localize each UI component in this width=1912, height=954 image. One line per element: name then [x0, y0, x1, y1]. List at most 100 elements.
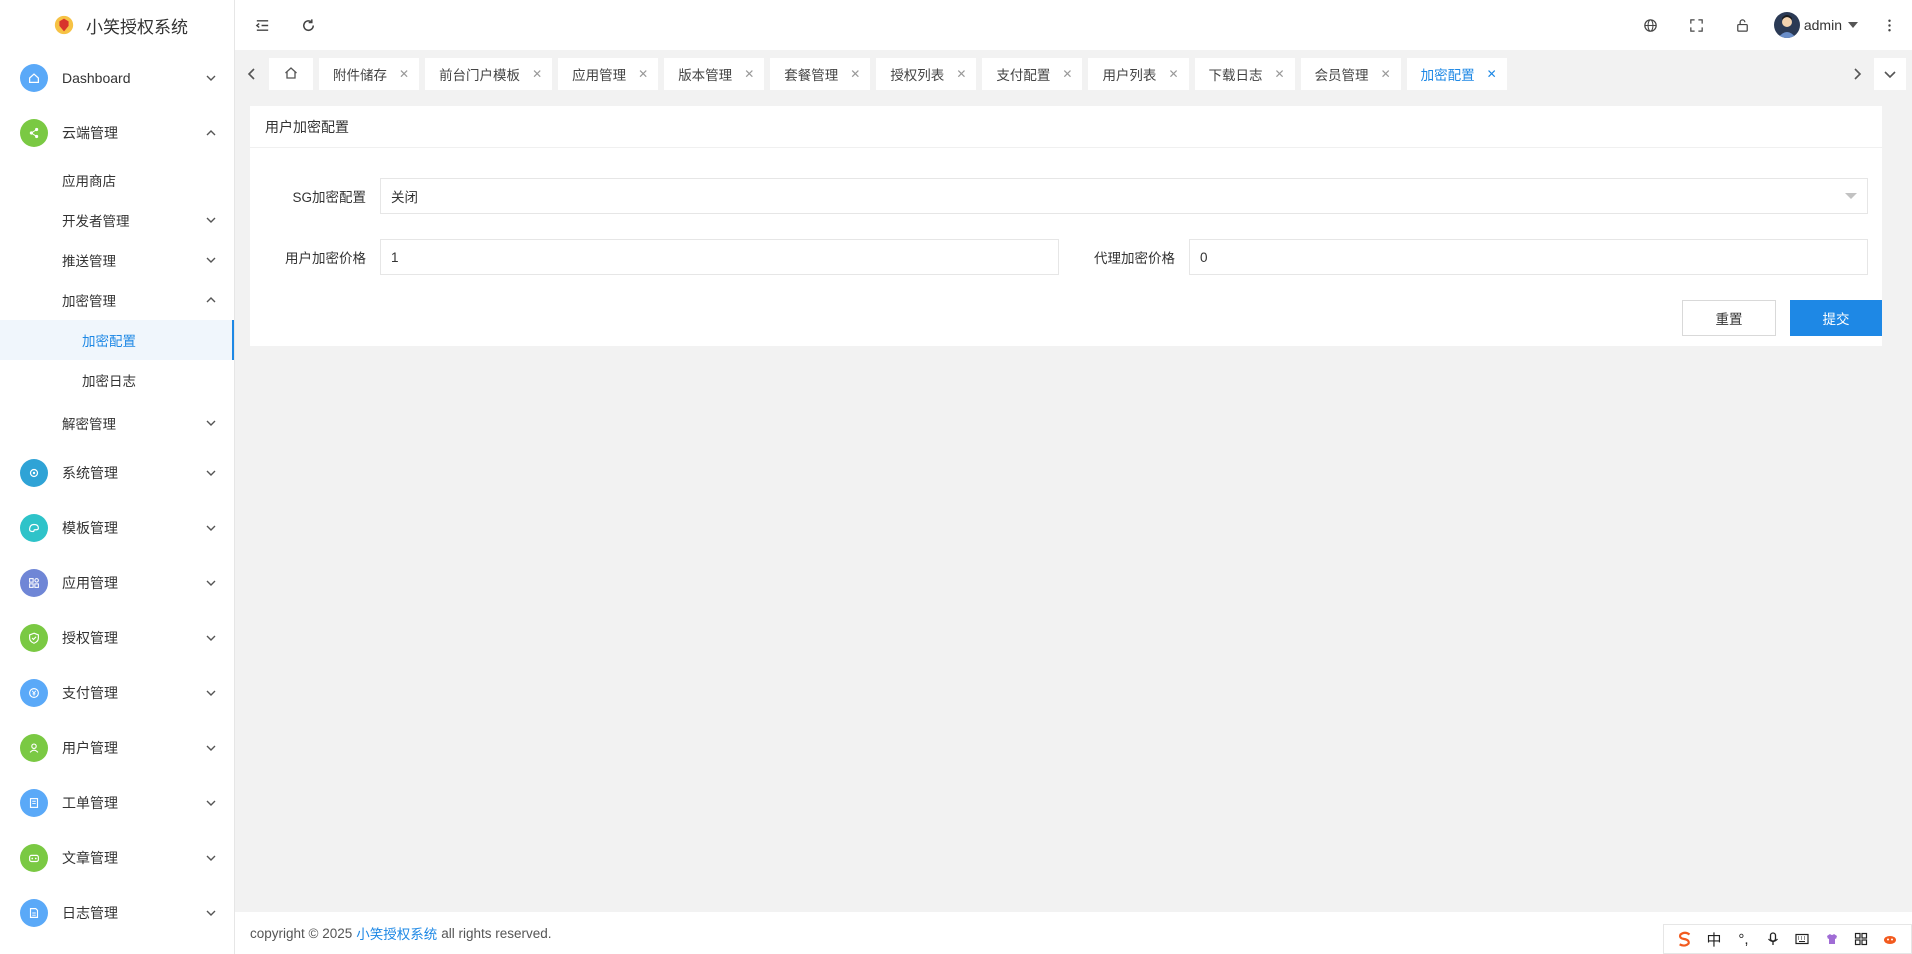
shield-icon	[20, 623, 48, 652]
lock-icon[interactable]	[1728, 10, 1758, 40]
sidebar-item-label: 系统管理	[62, 464, 118, 481]
sidebar-item-users[interactable]: 用户管理	[0, 720, 234, 775]
sidebar-item-dashboard[interactable]: Dashboard	[0, 50, 234, 105]
user-icon	[20, 733, 48, 762]
close-icon[interactable]: ✕	[956, 67, 966, 81]
tab-dropdown-icon[interactable]	[1874, 58, 1906, 90]
reset-button[interactable]: 重置	[1682, 300, 1776, 336]
sidebar-item-articles[interactable]: 文章管理	[0, 830, 234, 885]
close-icon[interactable]: ✕	[1062, 67, 1072, 81]
microphone-icon[interactable]	[1762, 928, 1784, 950]
tab-item[interactable]: 套餐管理 ✕	[770, 58, 871, 90]
article-icon	[20, 843, 48, 872]
user-price-value: 1	[391, 249, 399, 265]
agent-price-input[interactable]: 0	[1189, 239, 1868, 275]
close-icon[interactable]: ✕	[1487, 67, 1497, 81]
sidebar-item-encrypt[interactable]: 加密管理	[0, 280, 234, 320]
sidebar-item-label: 加密管理	[62, 294, 116, 309]
sidebar-item-label: 推送管理	[62, 254, 116, 269]
caret-down-icon	[1845, 193, 1857, 199]
sidebar-item-license[interactable]: 授权管理	[0, 610, 234, 665]
close-icon[interactable]: ✕	[638, 67, 648, 81]
chevron-right-icon[interactable]	[1840, 57, 1874, 91]
sidebar-item-app-store[interactable]: 应用商店	[0, 160, 234, 200]
user-price-input[interactable]: 1	[380, 239, 1059, 275]
tab-label: 附件储存	[333, 68, 387, 83]
sidebar-item-developer[interactable]: 开发者管理	[0, 200, 234, 240]
skin-icon[interactable]	[1821, 928, 1843, 950]
chevron-up-icon	[203, 125, 219, 141]
tab-item[interactable]: 加密配置 ✕	[1406, 58, 1507, 90]
ticket-icon	[20, 788, 48, 817]
close-icon[interactable]: ✕	[744, 67, 754, 81]
app-logo[interactable]: 小笑授权系统	[0, 0, 234, 50]
sidebar-item-decrypt[interactable]: 解密管理	[0, 400, 234, 445]
submit-button[interactable]: 提交	[1790, 300, 1882, 336]
sidebar-item-template[interactable]: 模板管理	[0, 500, 234, 555]
sidebar-item-cloud[interactable]: 云端管理	[0, 105, 234, 160]
tab-item[interactable]: 授权列表 ✕	[876, 58, 977, 90]
close-icon[interactable]: ✕	[1168, 67, 1178, 81]
tab-item[interactable]: 支付配置 ✕	[982, 58, 1083, 90]
refresh-icon[interactable]	[293, 10, 323, 40]
tabs-bar: 附件储存 ✕ 前台门户模板 ✕ 应用管理 ✕ 版本管理 ✕ 套餐管理 ✕ 授权列表 ✕ 支付配置 ✕ 用户列…	[235, 50, 1912, 98]
tab-item[interactable]: 前台门户模板 ✕	[425, 58, 553, 90]
tab-item[interactable]: 应用管理 ✕	[558, 58, 659, 90]
chevron-down-icon	[203, 252, 219, 268]
keyboard-icon[interactable]	[1791, 928, 1813, 950]
close-icon[interactable]: ✕	[399, 67, 409, 81]
sg-config-select[interactable]: 关闭	[380, 178, 1868, 214]
tab-item[interactable]: 用户列表 ✕	[1088, 58, 1189, 90]
home-icon	[20, 63, 48, 92]
sidebar-item-label: 模板管理	[62, 519, 118, 536]
tab-label: 版本管理	[678, 68, 733, 83]
chevron-down-icon	[203, 70, 219, 86]
sogou-logo-icon[interactable]	[1674, 928, 1696, 950]
tab-item[interactable]: 下载日志 ✕	[1194, 58, 1295, 90]
app-title: 小笑授权系统	[86, 17, 188, 37]
tab-label: 授权列表	[890, 68, 945, 83]
sidebar-item-logs[interactable]: 日志管理	[0, 885, 234, 940]
chevron-left-icon[interactable]	[235, 57, 269, 91]
agent-price-row: 代理加密价格 0	[1059, 239, 1868, 275]
sidebar-item-system[interactable]: 系统管理	[0, 445, 234, 500]
sidebar-item-encrypt-config[interactable]: 加密配置	[0, 320, 234, 360]
tab-item[interactable]: 会员管理 ✕	[1300, 58, 1401, 90]
collapse-menu-icon[interactable]	[247, 10, 277, 40]
close-icon[interactable]: ✕	[532, 67, 542, 81]
ime-toolbar: 中 °,	[1663, 924, 1912, 954]
sidebar-item-encrypt-log[interactable]: 加密日志	[0, 360, 234, 400]
mascot-icon[interactable]	[1879, 928, 1901, 950]
punctuation-icon[interactable]: °,	[1732, 928, 1754, 950]
ime-chinese-mode[interactable]: 中	[1703, 928, 1725, 950]
sidebar-item-label: 工单管理	[62, 794, 118, 811]
footer-link[interactable]: 小笑授权系统	[356, 923, 437, 943]
sidebar-item-label: 加密配置	[82, 334, 136, 349]
tab-label: 用户列表	[1102, 68, 1157, 83]
footer: copyright © 2025 小笑授权系统 all rights reser…	[235, 912, 1912, 954]
fullscreen-icon[interactable]	[1682, 10, 1712, 40]
tab-item[interactable]: 版本管理 ✕	[664, 58, 765, 90]
gear-icon	[20, 458, 48, 487]
user-menu[interactable]: admin	[1773, 12, 1858, 38]
apps-icon	[20, 568, 48, 597]
sg-config-row: SG加密配置 关闭	[250, 178, 1868, 214]
tab-label: 支付配置	[996, 68, 1051, 83]
caret-down-icon	[1848, 22, 1858, 28]
chevron-down-icon	[203, 575, 219, 591]
close-icon[interactable]: ✕	[850, 67, 860, 81]
sidebar-item-payment[interactable]: 支付管理	[0, 665, 234, 720]
sidebar-item-push[interactable]: 推送管理	[0, 240, 234, 280]
sidebar-item-apps[interactable]: 应用管理	[0, 555, 234, 610]
more-vertical-icon[interactable]	[1874, 10, 1904, 40]
tab-home[interactable]	[269, 58, 313, 90]
sidebar-item-tickets[interactable]: 工单管理	[0, 775, 234, 830]
tab-item[interactable]: 附件储存 ✕	[319, 58, 420, 90]
user-price-label: 用户加密价格	[285, 251, 366, 266]
language-icon[interactable]	[1636, 10, 1666, 40]
sidebar-item-label: 日志管理	[62, 904, 118, 921]
copyright-text: copyright © 2025	[250, 925, 353, 941]
close-icon[interactable]: ✕	[1275, 67, 1285, 81]
close-icon[interactable]: ✕	[1381, 67, 1391, 81]
toolbox-icon[interactable]	[1850, 928, 1872, 950]
